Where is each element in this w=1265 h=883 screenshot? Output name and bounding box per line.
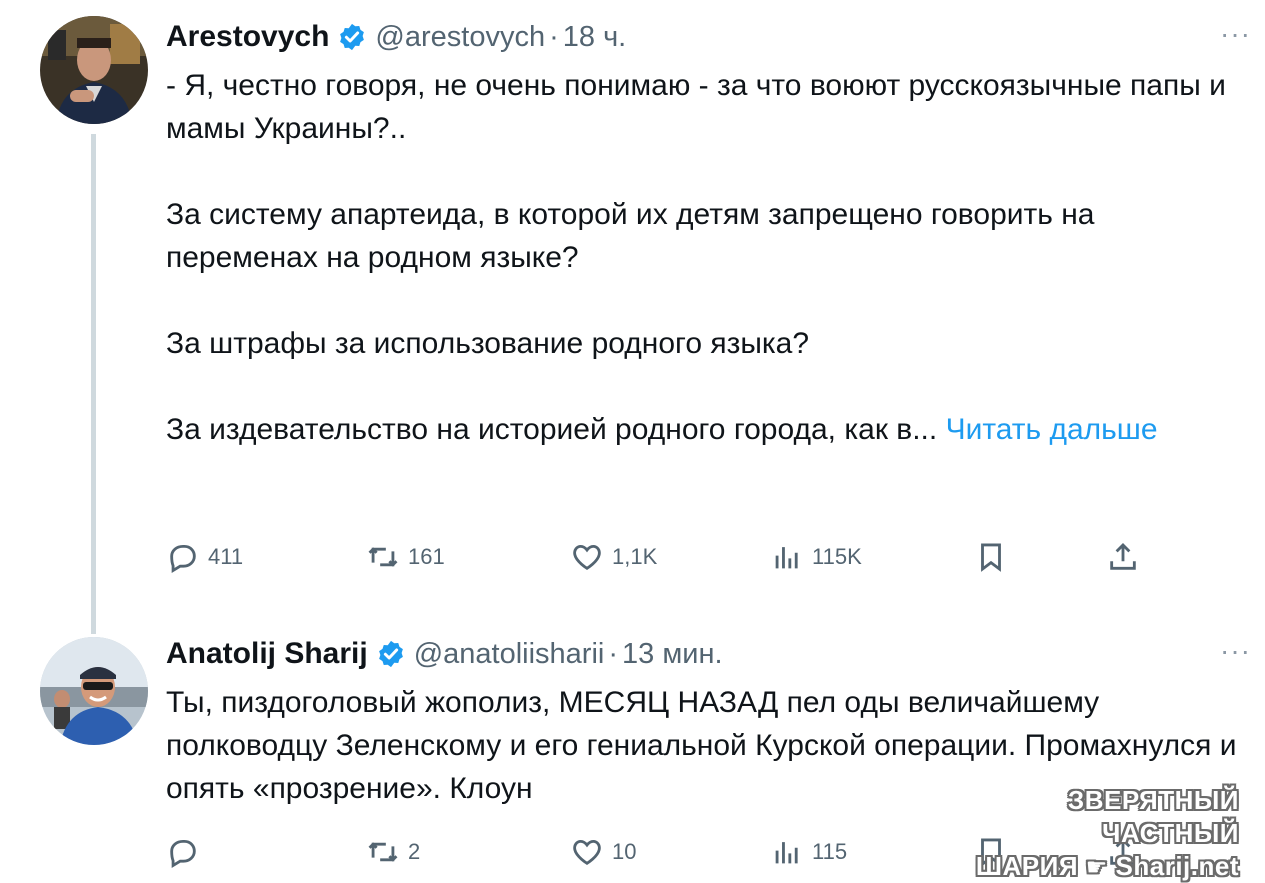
tweet-paragraph-last: За издевательство на историей родного го… — [166, 408, 1251, 451]
avatar[interactable] — [40, 637, 148, 745]
retweet-icon — [368, 842, 398, 862]
reply-count: 411 — [208, 544, 244, 569]
like-button[interactable]: 1,1K — [570, 537, 657, 577]
tweet-text: - Я, честно говоря, не очень понимаю - з… — [166, 64, 1251, 451]
retweet-icon — [368, 547, 398, 567]
views-count: 115 — [812, 839, 848, 864]
retweet-button[interactable]: 2 — [366, 832, 420, 872]
watermark-line-2: ШАРИЯ ☛ Sharij.net — [939, 850, 1239, 883]
separator-dot: · — [549, 20, 559, 53]
retweet-count: 2 — [408, 839, 421, 864]
views-button[interactable]: 115 — [770, 832, 847, 872]
avatar-sharij-image — [40, 637, 148, 745]
tweet-paragraph: За штрафы за использование родного языка… — [166, 327, 810, 360]
verified-badge-icon — [340, 23, 365, 51]
read-more-link[interactable]: Читать дальше — [946, 413, 1158, 446]
more-options-icon[interactable]: ··· — [1220, 20, 1251, 48]
heart-icon — [573, 544, 601, 570]
heart-icon — [573, 839, 601, 865]
bookmark-button[interactable] — [974, 537, 1008, 577]
verified-badge-icon — [378, 640, 403, 668]
timestamp[interactable]: 13 мин. — [622, 638, 723, 671]
like-count: 10 — [612, 839, 637, 864]
share-button[interactable] — [1106, 537, 1140, 577]
share-icon — [1110, 542, 1136, 570]
reply-icon — [170, 544, 196, 573]
pointing-hand-icon: ☛ — [1085, 854, 1108, 881]
views-chart-icon — [775, 547, 798, 569]
tweet-header: Arestovych @arestovych · 18 ч. — [166, 16, 626, 58]
separator-dot: · — [608, 637, 619, 670]
watermark-prefix: ШАРИЯ — [975, 851, 1079, 881]
reply-button[interactable] — [166, 832, 208, 872]
views-button[interactable]: 115K — [770, 537, 862, 577]
like-button[interactable]: 10 — [570, 832, 636, 872]
author-name[interactable]: Anatolij Sharij — [166, 637, 368, 671]
tweet-paragraph: За систему апартеида, в которой их детям… — [166, 198, 1095, 274]
author-handle[interactable]: @arestovych — [375, 21, 545, 54]
timestamp[interactable]: 18 ч. — [563, 21, 626, 54]
reply-icon — [170, 839, 196, 868]
author-name[interactable]: Arestovych — [166, 20, 329, 54]
retweet-button[interactable]: 161 — [366, 537, 445, 577]
thread-line — [91, 134, 96, 634]
avatar[interactable] — [40, 16, 148, 124]
watermark: ЗВЕРЯТНЫЙ ЧАСТНЫЙ ШАРИЯ ☛ Sharij.net — [939, 784, 1239, 883]
author-handle[interactable]: @anatoliisharii — [414, 638, 605, 671]
views-count: 115K — [812, 544, 862, 569]
tweet-arestovych[interactable]: Arestovych @arestovych · 18 ч. ··· - Я, … — [0, 0, 1265, 634]
watermark-site: Sharij.net — [1115, 851, 1239, 881]
bookmark-icon — [981, 543, 1001, 572]
views-chart-icon — [775, 842, 798, 864]
avatar-arestovych-image — [40, 16, 148, 124]
tweet-header: Anatolij Sharij @anatoliisharii · 13 мин… — [166, 633, 723, 675]
more-options-icon[interactable]: ··· — [1220, 637, 1251, 665]
watermark-line-1: ЗВЕРЯТНЫЙ ЧАСТНЫЙ — [1067, 785, 1239, 848]
tweet-paragraph: - Я, честно говоря, не очень понимаю - з… — [166, 69, 1226, 145]
retweet-count: 161 — [408, 544, 445, 569]
like-count: 1,1K — [612, 544, 658, 569]
tweet-paragraph-text: За издевательство на историей родного го… — [166, 413, 938, 446]
reply-button[interactable]: 411 — [166, 537, 243, 577]
